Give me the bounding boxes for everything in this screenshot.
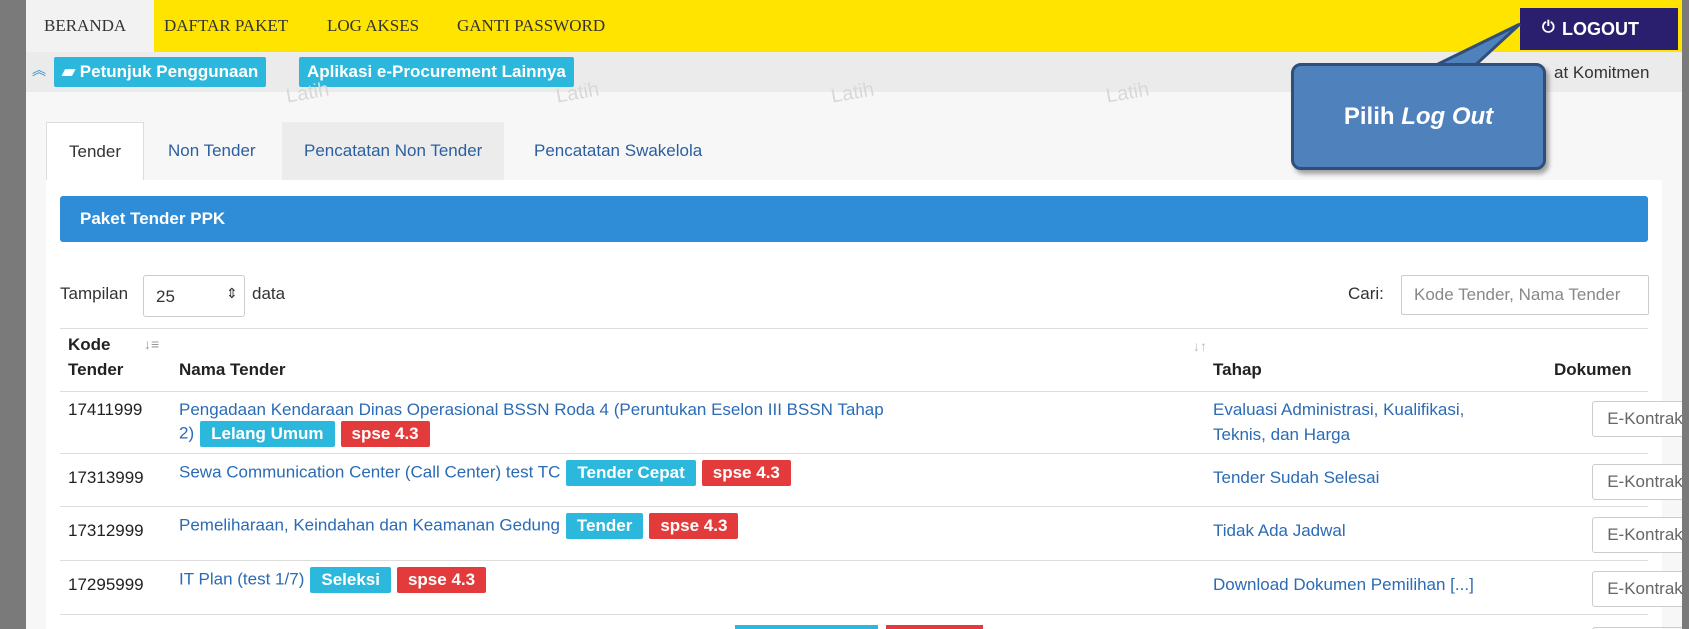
nama-tender-link[interactable]: Pemeliharaan, Keindahan dan Keamanan Ged… [179, 515, 560, 534]
nama-tender-link[interactable]: IT Plan (test 1/7) [179, 569, 304, 588]
callout-box: Pilih Log Out [1291, 63, 1546, 170]
top-navbar: BERANDA DAFTAR PAKET LOG AKSES GANTI PAS… [26, 0, 1682, 52]
chevron-up-icon[interactable]: ︽ [32, 60, 46, 80]
e-kontrak-button[interactable]: E-Kontrak [1592, 517, 1682, 553]
callout-text: Pilih [1343, 103, 1402, 130]
search-input[interactable] [1401, 275, 1649, 315]
petunjuk-penggunaan-button[interactable]: ▰ Petunjuk Penggunaan [54, 57, 267, 87]
table-row: 17313999 Sewa Communication Center (Call… [60, 454, 1682, 507]
method-badge [735, 625, 878, 629]
method-badge: Lelang Umum [200, 421, 335, 447]
book-icon: ▰ [62, 62, 80, 81]
select-arrows-icon: ⇕ [226, 285, 238, 301]
tahap-link-cont[interactable]: Teknis, dan Harga [1213, 425, 1350, 445]
page-size-value: 25 [156, 287, 175, 306]
data-label: data [252, 284, 286, 303]
tab-pencatatan-non-tender[interactable]: Pencatatan Non Tender [282, 122, 505, 180]
version-badge: spse 4.3 [701, 460, 791, 486]
nama-tender-cell: IT Plan (test 1/7) Seleksi spse 4.3 [179, 567, 487, 593]
version-badge [886, 625, 983, 629]
table-row: 17295999 IT Plan (test 1/7) Seleksi spse 4… [60, 561, 1682, 615]
tahap-link[interactable]: Download Dokumen Pemilihan [...] [1213, 575, 1474, 595]
th-kode-line1[interactable]: Kode [68, 335, 111, 355]
nama-tender-link-cont[interactable]: 2) [179, 423, 194, 442]
th-nama-tender[interactable]: Nama Tender [179, 360, 285, 380]
petunjuk-label: Petunjuk Penggunaan [79, 62, 259, 81]
nav-log-akses[interactable]: LOG AKSES [327, 16, 419, 36]
content-panel: Paket Tender PPK Tampilan 25 ⇕ data Cari… [46, 180, 1682, 629]
kode-tender: 17313999 [68, 468, 144, 487]
th-tahap[interactable]: Tahap [1213, 360, 1262, 380]
logout-button[interactable]: ⏻ LOGOUT [1520, 8, 1678, 50]
method-badge: Seleksi [310, 567, 391, 593]
aplikasi-eproc-button[interactable]: Aplikasi e-Procurement Lainnya [299, 57, 574, 87]
table-row: 17411999 Pengadaan Kendaraan Dinas Opera… [60, 391, 1682, 454]
table-row [60, 615, 1682, 629]
kode-tender: 17295999 [68, 575, 144, 594]
callout-text-italic: Log Out [1401, 103, 1494, 130]
e-kontrak-button[interactable]: E-Kontrak [1592, 571, 1682, 607]
nama-tender-link[interactable]: Pengadaan Kendaraan Dinas Operasional BS… [179, 400, 884, 420]
panel-header: Paket Tender PPK [60, 196, 1648, 242]
logout-label: LOGOUT [1562, 19, 1639, 39]
page-size-select[interactable]: 25 ⇕ [143, 275, 245, 317]
subbar-right-link[interactable]: at Komitmen [1554, 63, 1649, 83]
method-badge: Tender Cepat [566, 460, 696, 486]
kode-tender: 17312999 [68, 521, 144, 540]
tab-pencatatan-swakelola[interactable]: Pencatatan Swakelola [512, 122, 724, 180]
nama-tender-line2: 2) Lelang Umum spse 4.3 [179, 421, 430, 447]
tahap-link[interactable]: Evaluasi Administrasi, Kualifikasi, [1213, 400, 1464, 420]
th-dokumen[interactable]: Dokumen [1554, 360, 1631, 380]
nama-tender-link[interactable]: Sewa Communication Center (Call Center) … [179, 462, 560, 481]
th-kode-line2[interactable]: Tender [68, 360, 123, 380]
version-badge: spse 4.3 [396, 567, 487, 593]
nama-tender-cell: Sewa Communication Center (Call Center) … [179, 460, 791, 486]
version-badge: spse 4.3 [340, 421, 430, 447]
search-label: Cari: [1348, 284, 1384, 303]
panel-title: Paket Tender PPK [80, 209, 226, 228]
table-row: 17312999 Pemeliharaan, Keindahan dan Kea… [60, 507, 1682, 561]
nav-daftar-paket[interactable]: DAFTAR PAKET [164, 16, 288, 36]
nama-tender-cell: Pemeliharaan, Keindahan dan Keamanan Ged… [179, 513, 739, 539]
version-badge: spse 4.3 [649, 513, 739, 539]
sort-icon[interactable]: ↓↑ [1193, 338, 1207, 354]
nav-beranda[interactable]: BERANDA [44, 16, 126, 36]
sort-desc-icon[interactable]: ↓≡ [144, 336, 159, 352]
power-icon: ⏻ [1542, 19, 1555, 36]
tahap-link[interactable]: Tidak Ada Jadwal [1213, 521, 1346, 541]
nav-ganti-password[interactable]: GANTI PASSWORD [457, 16, 605, 36]
tampilan-label: Tampilan [60, 284, 129, 303]
e-kontrak-button[interactable]: E-Kontrak [1592, 464, 1682, 500]
table-header: Kode Tender ↓≡ Nama Tender ↓↑ Tahap Doku… [60, 328, 1648, 392]
e-kontrak-button[interactable]: E-Kontrak [1592, 401, 1682, 437]
method-badge: Tender [565, 513, 644, 539]
tahap-link[interactable]: Tender Sudah Selesai [1213, 468, 1379, 488]
tab-tender[interactable]: Tender [46, 122, 144, 181]
kode-tender: 17411999 [68, 400, 143, 419]
tab-non-tender[interactable]: Non Tender [146, 122, 278, 180]
